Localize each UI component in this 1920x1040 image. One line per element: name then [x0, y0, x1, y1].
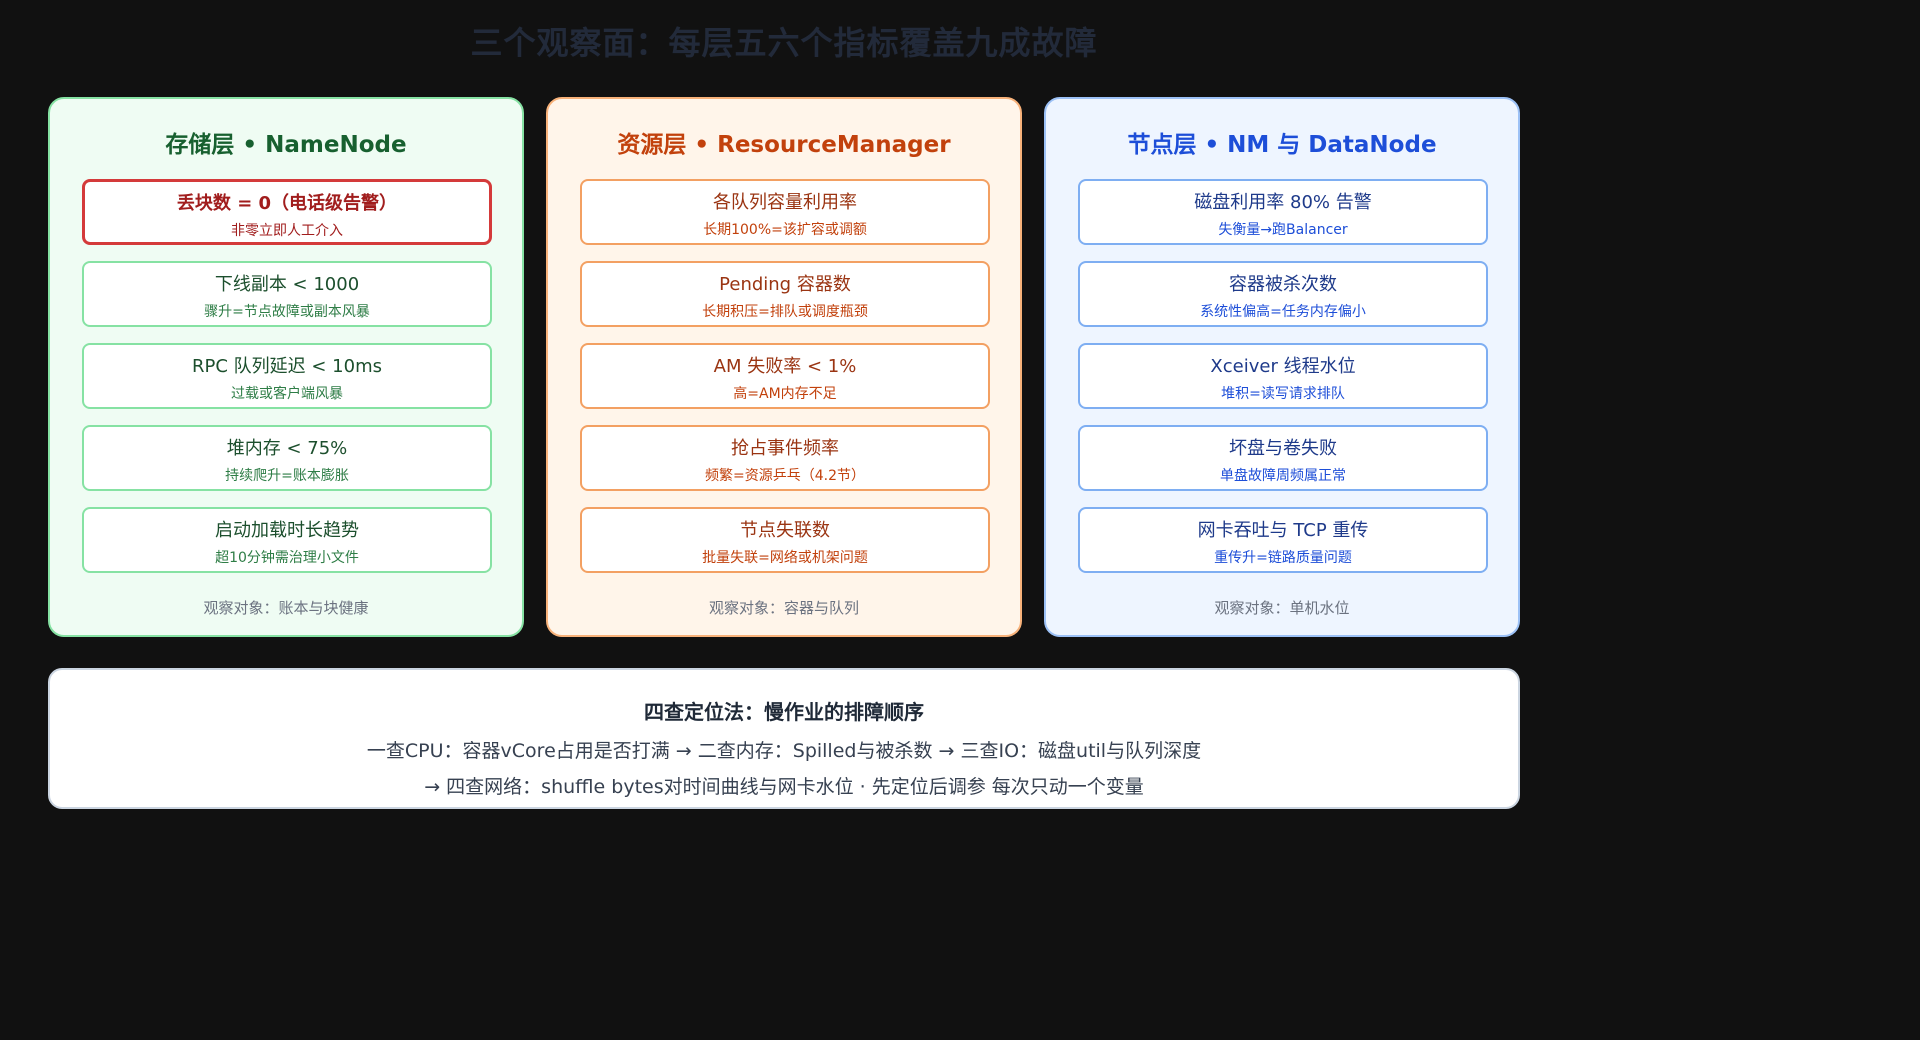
metric-name: 堆内存 < 75% [226, 438, 348, 459]
metric-name: 抢占事件频率 [731, 438, 839, 459]
panel-resource-manager: 资源层 • ResourceManager 各队列容量利用率 长期100%=该扩… [546, 97, 1022, 637]
metric-card-preemption-frequency: 抢占事件频率 频繁=资源乒乓（4.2节） [580, 425, 990, 491]
metric-note: 长期积压=排队或调度瓶颈 [702, 304, 868, 320]
method-title: 四查定位法：慢作业的排障顺序 [644, 700, 924, 724]
metric-name: 丢块数 = 0（电话级告警） [176, 193, 398, 214]
metric-note: 长期100%=该扩容或调额 [703, 222, 867, 238]
metric-note: 持续爬升=账本膨胀 [225, 468, 349, 484]
metric-card-under-replicated: 下线副本 < 1000 骤升=节点故障或副本风暴 [82, 261, 492, 327]
metric-note: 失衡量→跑Balancer [1218, 222, 1348, 238]
method-steps-line-2: → 四查网络：shuffle bytes对时间曲线与网卡水位 · 先定位后调参 … [424, 776, 1144, 798]
metric-card-missing-blocks: 丢块数 = 0（电话级告警） 非零立即人工介入 [82, 179, 492, 245]
metric-note: 频繁=资源乒乓（4.2节） [705, 468, 865, 484]
panel-title: 资源层 • ResourceManager [617, 132, 951, 158]
metric-card-am-failure-rate: AM 失败率 < 1% 高=AM内存不足 [580, 343, 990, 409]
metric-card-containers-killed: 容器被杀次数 系统性偏高=任务内存偏小 [1078, 261, 1488, 327]
metric-card-lost-nodes: 节点失联数 批量失联=网络或机架问题 [580, 507, 990, 573]
metric-card-bad-disks: 坏盘与卷失败 单盘故障周频属正常 [1078, 425, 1488, 491]
metric-card-nic-throughput: 网卡吞吐与 TCP 重传 重传升=链路质量问题 [1078, 507, 1488, 573]
panel-node-layer: 节点层 • NM 与 DataNode 磁盘利用率 80% 告警 失衡量→跑Ba… [1044, 97, 1520, 637]
metric-name: 启动加载时长趋势 [215, 520, 359, 541]
metric-name: 网卡吞吐与 TCP 重传 [1197, 520, 1369, 541]
metric-note: 单盘故障周频属正常 [1220, 468, 1346, 484]
metric-card-startup-load-time: 启动加载时长趋势 超10分钟需治理小文件 [82, 507, 492, 573]
panel-title: 存储层 • NameNode [165, 132, 407, 158]
metric-card-rpc-queue-latency: RPC 队列延迟 < 10ms 过载或客户端风暴 [82, 343, 492, 409]
troubleshooting-method-box: 四查定位法：慢作业的排障顺序 一查CPU：容器vCore占用是否打满 → 二查内… [48, 668, 1520, 809]
metric-note: 堆积=读写请求排队 [1221, 386, 1345, 402]
metric-name: 下线副本 < 1000 [214, 274, 360, 295]
metric-note: 高=AM内存不足 [733, 386, 837, 402]
metric-name: AM 失败率 < 1% [713, 356, 857, 377]
metric-name: Pending 容器数 [719, 274, 851, 295]
panel-footer: 观察对象：账本与块健康 [203, 599, 369, 617]
metric-note: 过载或客户端风暴 [231, 386, 343, 402]
metric-card-queue-utilization: 各队列容量利用率 长期100%=该扩容或调额 [580, 179, 990, 245]
metric-name: Xceiver 线程水位 [1210, 356, 1356, 377]
metric-note: 骤升=节点故障或副本风暴 [204, 304, 370, 320]
metric-card-pending-containers: Pending 容器数 长期积压=排队或调度瓶颈 [580, 261, 990, 327]
metric-name: 各队列容量利用率 [713, 192, 857, 213]
metric-name: 坏盘与卷失败 [1229, 438, 1337, 459]
panel-footer: 观察对象：容器与队列 [708, 599, 859, 617]
metric-note: 系统性偏高=任务内存偏小 [1200, 304, 1366, 320]
metric-note: 重传升=链路质量问题 [1214, 550, 1352, 566]
panel-title: 节点层 • NM 与 DataNode [1127, 132, 1437, 158]
page: 三个观察面：每层五六个指标覆盖九成故障 存储层 • NameNode 丢块数 =… [0, 0, 1568, 849]
metric-card-xceiver-threads: Xceiver 线程水位 堆积=读写请求排队 [1078, 343, 1488, 409]
metric-note: 非零立即人工介入 [231, 223, 343, 239]
metric-card-heap-memory: 堆内存 < 75% 持续爬升=账本膨胀 [82, 425, 492, 491]
metric-name: RPC 队列延迟 < 10ms [192, 356, 382, 377]
panel-footer: 观察对象：单机水位 [1214, 599, 1350, 617]
metric-name: 容器被杀次数 [1229, 274, 1337, 295]
panel-storage-namenode: 存储层 • NameNode 丢块数 = 0（电话级告警） 非零立即人工介入 下… [48, 97, 524, 637]
method-steps-line-1: 一查CPU：容器vCore占用是否打满 → 二查内存：Spilled与被杀数 →… [366, 740, 1202, 762]
metric-name: 节点失联数 [740, 520, 830, 541]
metric-note: 超10分钟需治理小文件 [215, 550, 359, 566]
metric-card-disk-utilization: 磁盘利用率 80% 告警 失衡量→跑Balancer [1078, 179, 1488, 245]
metric-name: 磁盘利用率 80% 告警 [1194, 192, 1372, 213]
metric-note: 批量失联=网络或机架问题 [702, 550, 868, 566]
page-title: 三个观察面：每层五六个指标覆盖九成故障 [470, 24, 1098, 62]
